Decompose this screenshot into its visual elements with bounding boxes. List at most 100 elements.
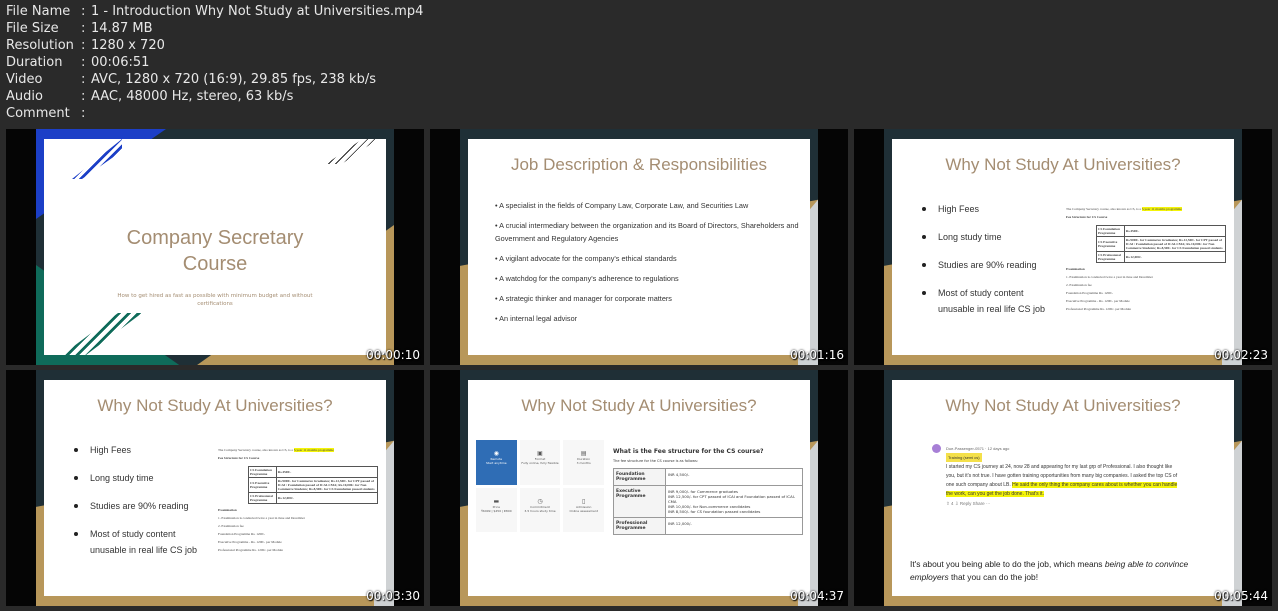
timestamp: 00:00:10 [366,348,420,362]
video-frame: Why Not Study At Universities? High Fees L… [36,370,394,606]
fee-cell: CS Professional Programme [1096,251,1125,263]
slide: Company Secretary Course How to get hire… [44,139,386,355]
video-thumbnail[interactable]: Company Secretary Course How to get hire… [6,129,424,365]
fee-cell: CS Professional Programme [248,492,277,504]
reply-button[interactable]: Reply [960,501,972,506]
course-tile: ◉ Remote Start anytime [476,440,517,485]
fee-heading: Fee Structure for CS Course [1066,215,1108,219]
fee-row: CS Professional Programme Rs.12,000/- [248,492,379,504]
fee-heading: Fee Structure for CS Course [218,456,260,460]
comment-user[interactable]: Due-Passenger-0571 [946,446,984,451]
bullet-item: • A specialist in the fields of Company … [495,201,749,210]
info-separator: : [81,89,86,104]
video-thumbnail[interactable]: Why Not Study At Universities? High Fees L… [854,129,1272,365]
slide: Why Not Study At Universities? ◉ Remote Sta… [468,380,810,596]
upvote-icon[interactable]: ⇧ [946,501,950,506]
bullet-item: • A watchdog for the company's adherence… [495,274,679,283]
tile-icon: ◉ [493,450,499,457]
fee-cell: CS Executive Programme [1096,236,1125,252]
share-button[interactable]: Share [973,501,985,506]
fee-sub: The fee structure for the CS course is a… [613,459,698,463]
info-value: AVC, 1280 x 720 (16:9), 29.85 fps, 238 k… [91,72,376,87]
tile-value: 3 months [576,461,591,465]
fee-cell: CS Executive Programme [248,477,277,493]
video-thumbnail[interactable]: Job Description & Responsibilities • A sp… [430,129,848,365]
quote-text: that you can do the job! [948,572,1039,582]
info-row: Resolution:1280 x 720 [6,37,423,54]
fee-cell: Foundation Programme [613,468,666,486]
comment-age: · 12 days ago [985,446,1010,451]
fee-cell: Rs.9000/- for Commerce Graduates; Rs.12,… [1123,236,1227,252]
video-thumbnail[interactable]: Why Not Study At Universities? ◉ Remote Sta… [430,370,848,606]
fee-cell: Rs.4500/- [275,466,379,478]
slide-title: Job Description & Responsibilities [510,155,768,174]
bullet-item: High Fees [922,201,1062,217]
slide-title: Company Secretary Course [126,227,304,275]
vote-count: 4 [951,501,954,506]
info-separator: : [81,106,86,121]
video-thumbnail[interactable]: Why Not Study At Universities? High Fees L… [6,370,424,606]
info-row: Comment: [6,105,423,122]
file-info: File Name:1 - Introduction Why Not Study… [6,3,423,122]
video-frame: Company Secretary Course How to get hire… [36,129,394,365]
fee-row: CS Foundation Programme Rs.4500/- [1096,225,1227,237]
bullet-list: High Fees Long study time Studies are 90% … [74,442,214,570]
fee-row: CS Foundation Programme Rs.4500/- [248,466,379,478]
slide: Why Not Study At Universities? High Fees L… [892,139,1234,355]
timestamp: 00:05:44 [1214,589,1268,603]
fee-table-screenshot: What is the Fee structure for the CS cou… [613,448,803,535]
bullet-item: • A strategic thinker and manager for co… [495,294,672,303]
fee-intro: The Company Secretary course, also known… [1066,207,1142,211]
bullet-item: • A vigilant advocate for the company's … [495,254,677,263]
exam-fee: Professional Programme Rs. 1200/- per Mo… [218,548,283,552]
info-separator: : [81,38,86,53]
exam-line: 2. Examination fee [218,524,244,528]
video-frame: Why Not Study At Universities? Due-Passe… [884,370,1242,606]
fee-cell: Executive Programme [613,485,666,518]
video-frame: Why Not Study At Universities? ◉ Remote Sta… [460,370,818,606]
bullet-item: Long study time [74,470,214,486]
tile-icon: ◷ [537,497,543,505]
fee-cell: Rs.12,000/- [275,492,379,504]
info-value: AAC, 48000 Hz, stereo, 63 kb/s [91,89,294,104]
info-key: File Size [6,21,59,36]
tile-icon: ▯ [582,497,586,505]
bullet-item: Most of study content unusable in real l… [74,526,214,558]
fee-cell: Rs.4500/- [1123,225,1227,237]
tile-icon: ▬ [493,497,500,505]
bullet-item: • An internal legal advisor [495,314,578,323]
tile-value: ₹6999 | $450 | €800 [481,508,512,513]
fee-intro: The Company Secretary course, also known… [218,448,294,452]
fee-cell: INR 12,000/- [665,517,803,535]
info-separator: : [81,72,86,87]
course-tile: ▤ Duration 3 months [563,440,604,485]
downvote-icon[interactable]: ⇩ [955,501,959,506]
exam-fee: Executive Programme - Rs. 1200/- per Mod… [1066,299,1130,303]
fee-screenshot: The Company Secretary course, also known… [218,448,383,552]
user-flair: Training (semi cs) [946,453,982,462]
more-button[interactable]: ··· [986,501,991,506]
fee-cell: Rs.12,000/- [1123,251,1227,263]
fee-screenshot: The Company Secretary course, also known… [1066,207,1231,311]
exam-heading: Examination [1066,267,1085,271]
slide-title: Why Not Study At Universities? [945,155,1181,174]
exam-line: 1. Examination is conducted twice a year… [1066,275,1153,279]
fee-cell: INR 4,500/- [665,468,803,486]
bullet-item: Studies are 90% reading [74,498,214,514]
fee-heading: What is the Fee structure for the CS cou… [613,448,764,455]
video-frame: Why Not Study At Universities? High Fees L… [884,129,1242,365]
timestamp: 00:04:37 [790,589,844,603]
bullet-item: • A crucial intermediary between the org… [495,221,799,243]
fee-row: CS Professional Programme Rs.12,000/- [1096,251,1227,263]
info-row: File Name:1 - Introduction Why Not Study… [6,3,423,20]
video-thumbnail[interactable]: Why Not Study At Universities? Due-Passe… [854,370,1272,606]
exam-heading: Examination [218,508,237,512]
info-key: Resolution [6,38,74,53]
quote-text: It's about you being able to do the job,… [910,559,1105,569]
bullet-list: High Fees Long study time Studies are 90% … [922,201,1062,329]
slide: Job Description & Responsibilities • A sp… [468,139,810,355]
info-value: 1 - Introduction Why Not Study at Univer… [91,4,424,19]
tile-icon: ▤ [580,450,587,457]
exam-line: 2. Examination fee [1066,283,1092,287]
course-tile: ▯ Admission Online assessment [563,487,604,532]
